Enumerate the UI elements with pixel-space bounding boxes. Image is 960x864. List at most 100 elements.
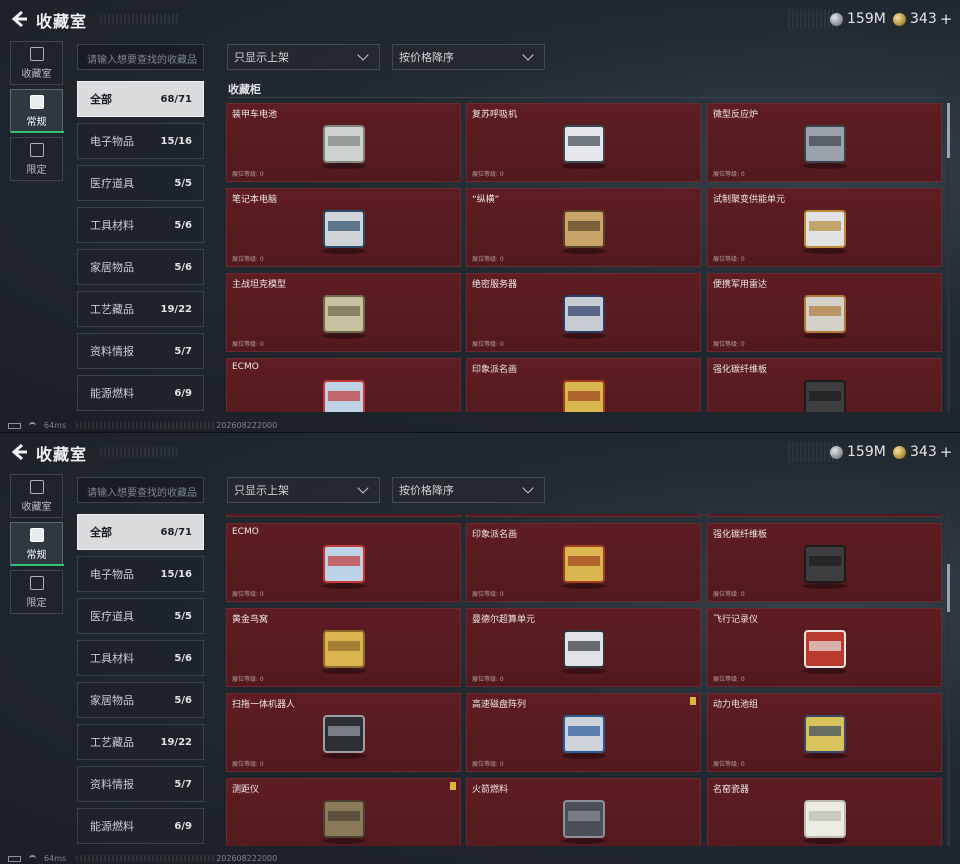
rail-tab-1[interactable]: 收藏室 — [10, 474, 63, 518]
category-label: 工具材料 — [90, 219, 134, 232]
collection-item-card[interactable]: 绝密服务器 展位等级: 0 — [466, 273, 701, 352]
sort-dropdown[interactable]: 按价格降序 — [392, 477, 545, 503]
rail-tab-2[interactable]: 常规 — [10, 522, 64, 566]
category-item[interactable]: 工艺藏品 19/22 — [77, 291, 204, 327]
display-level: 展位等级: 0 — [472, 591, 504, 598]
collection-item-card[interactable]: 黄金鸟窝 展位等级: 0 — [226, 608, 461, 687]
collection-item-card[interactable]: ECMO展位等级: 0 — [226, 523, 461, 602]
add-currency-icon[interactable]: + — [940, 10, 953, 28]
laptop-icon — [321, 210, 366, 254]
collection-item-card[interactable]: 高速磁盘阵列 展位等级: 0 — [466, 693, 701, 772]
limited-icon — [29, 575, 44, 590]
gold-currency[interactable]: 343 + — [893, 9, 952, 29]
collection-item-card[interactable]: 展位等级: 0 — [226, 514, 461, 517]
category-item[interactable]: 能源燃料 6/9 — [77, 375, 204, 411]
collection-item-card[interactable]: 飞行记录仪 展位等级: 0 — [707, 608, 942, 687]
collection-item-card[interactable]: 测距仪展位等级: 0 — [226, 778, 461, 846]
gold-coin-icon — [893, 12, 906, 26]
collection-item-card[interactable]: 名窑瓷器展位等级: 0 — [707, 778, 942, 846]
collection-item-card[interactable]: 便携军用雷达 展位等级: 0 — [707, 273, 942, 352]
rail-tab-3[interactable]: 限定 — [10, 137, 63, 181]
collection-item-card[interactable]: 强化碳纤维板展位等级: 0 — [707, 358, 942, 412]
collection-item-card[interactable]: 印象派名画展位等级: 0 — [466, 523, 701, 602]
scrollbar-thumb[interactable] — [947, 564, 950, 612]
wifi-icon — [29, 855, 36, 862]
sort-dropdown[interactable]: 按价格降序 — [392, 44, 545, 70]
listing-filter-dropdown[interactable]: 只显示上架 — [227, 477, 380, 503]
blurred-info — [76, 422, 217, 429]
back-arrow-icon[interactable] — [9, 442, 29, 462]
collection-item-card[interactable]: 复苏呼吸机 展位等级: 0 — [466, 103, 701, 182]
collection-item-card[interactable]: 扫拖一体机器人 展位等级: 0 — [226, 693, 461, 772]
collection-item-card[interactable]: 展位等级: 0 — [707, 514, 942, 517]
impressionist-painting-icon — [562, 380, 605, 412]
display-level: 展位等级: 0 — [713, 171, 745, 178]
collection-item-card[interactable]: 主战坦克模型 展位等级: 0 — [226, 273, 461, 352]
header: 收藏室 159M 343 + — [0, 0, 960, 38]
listing-filter-dropdown[interactable]: 只显示上架 — [227, 44, 380, 70]
category-label: 医疗道具 — [90, 610, 134, 623]
collection-item-card[interactable]: 动力电池组 展位等级: 0 — [707, 693, 942, 772]
category-item[interactable]: 工艺藏品 19/22 — [77, 724, 204, 760]
category-count: 19/22 — [160, 303, 192, 315]
scrollbar[interactable] — [947, 514, 950, 846]
category-count: 5/6 — [174, 694, 192, 706]
category-item[interactable]: 工具材料 5/6 — [77, 640, 204, 676]
category-item[interactable]: 资料情报 5/7 — [77, 333, 204, 369]
category-label: 电子物品 — [90, 135, 134, 148]
display-level: 展位等级: 0 — [713, 591, 745, 598]
scrollbar-thumb[interactable] — [947, 103, 950, 158]
scrollbar[interactable] — [947, 103, 950, 412]
category-item[interactable]: 家居物品 5/6 — [77, 682, 204, 718]
collection-item-card[interactable]: 试制聚变供能单元 展位等级: 0 — [707, 188, 942, 267]
collection-item-card[interactable]: 装甲车电池 展位等级: 0 — [226, 103, 461, 182]
category-item[interactable]: 全部 68/71 — [77, 81, 204, 117]
item-name: 绝密服务器 — [472, 280, 518, 290]
gold-currency[interactable]: 343 + — [893, 442, 952, 462]
category-item[interactable]: 电子物品 15/16 — [77, 123, 204, 159]
chevron-down-icon — [357, 482, 369, 494]
item-name: 黄金鸟窝 — [232, 615, 269, 625]
collection-item-card[interactable]: 微型反应炉 展位等级: 0 — [707, 103, 942, 182]
category-label: 工具材料 — [90, 652, 134, 665]
category-item[interactable]: 能源燃料 6/9 — [77, 808, 204, 844]
collection-item-card[interactable]: 印象派名画展位等级: 0 — [466, 358, 701, 412]
alert-badge-icon — [690, 697, 696, 705]
category-item[interactable]: 资料情报 5/7 — [77, 766, 204, 802]
category-item[interactable]: 医疗道具 5/5 — [77, 598, 204, 634]
category-item[interactable]: 医疗道具 5/5 — [77, 165, 204, 201]
collection-item-card[interactable]: 展位等级: 0 — [466, 514, 701, 517]
collection-item-card[interactable]: 火箭燃料展位等级: 0 — [466, 778, 701, 846]
rail-tab-3[interactable]: 限定 — [10, 570, 63, 614]
timestamp: 202608222000 — [216, 421, 278, 430]
category-label: 工艺藏品 — [90, 303, 134, 316]
search-input[interactable]: 请输入想要查找的收藏品 — [77, 44, 204, 70]
search-input[interactable]: 请输入想要查找的收藏品 — [77, 477, 204, 503]
add-currency-icon[interactable]: + — [940, 443, 953, 461]
category-count: 68/71 — [160, 93, 192, 105]
rail-tab-2[interactable]: 常规 — [10, 89, 64, 133]
collection-item-card[interactable]: 笔记本电脑 展位等级: 0 — [226, 188, 461, 267]
display-level: 展位等级: 0 — [472, 171, 504, 178]
rail-tab-label: 限定 — [26, 164, 47, 176]
category-item[interactable]: 家居物品 5/6 — [77, 249, 204, 285]
power-battery-pack-icon — [802, 715, 847, 759]
rail-tab-1[interactable]: 收藏室 — [10, 41, 63, 85]
collection-item-card[interactable]: “纵横” 展位等级: 0 — [466, 188, 701, 267]
back-arrow-icon[interactable] — [9, 9, 29, 29]
chevron-down-icon — [522, 49, 534, 61]
category-count: 6/9 — [174, 820, 192, 832]
collection-item-card[interactable]: 曼德尔超算单元 展位等级: 0 — [466, 608, 701, 687]
alert-badge-icon — [450, 782, 456, 790]
item-name: 强化碳纤维板 — [713, 365, 768, 375]
display-level: 展位等级: 0 — [232, 256, 264, 263]
collection-item-card[interactable]: ECMO展位等级: 0 — [226, 358, 461, 412]
collection-item-card[interactable]: 强化碳纤维板展位等级: 0 — [707, 523, 942, 602]
category-count: 5/6 — [174, 219, 192, 231]
category-item[interactable]: 工具材料 5/6 — [77, 207, 204, 243]
category-item[interactable]: 电子物品 15/16 — [77, 556, 204, 592]
wifi-icon — [29, 422, 36, 429]
category-item[interactable]: 全部 68/71 — [77, 514, 204, 550]
category-count: 5/7 — [174, 345, 192, 357]
category-label: 全部 — [90, 93, 112, 106]
